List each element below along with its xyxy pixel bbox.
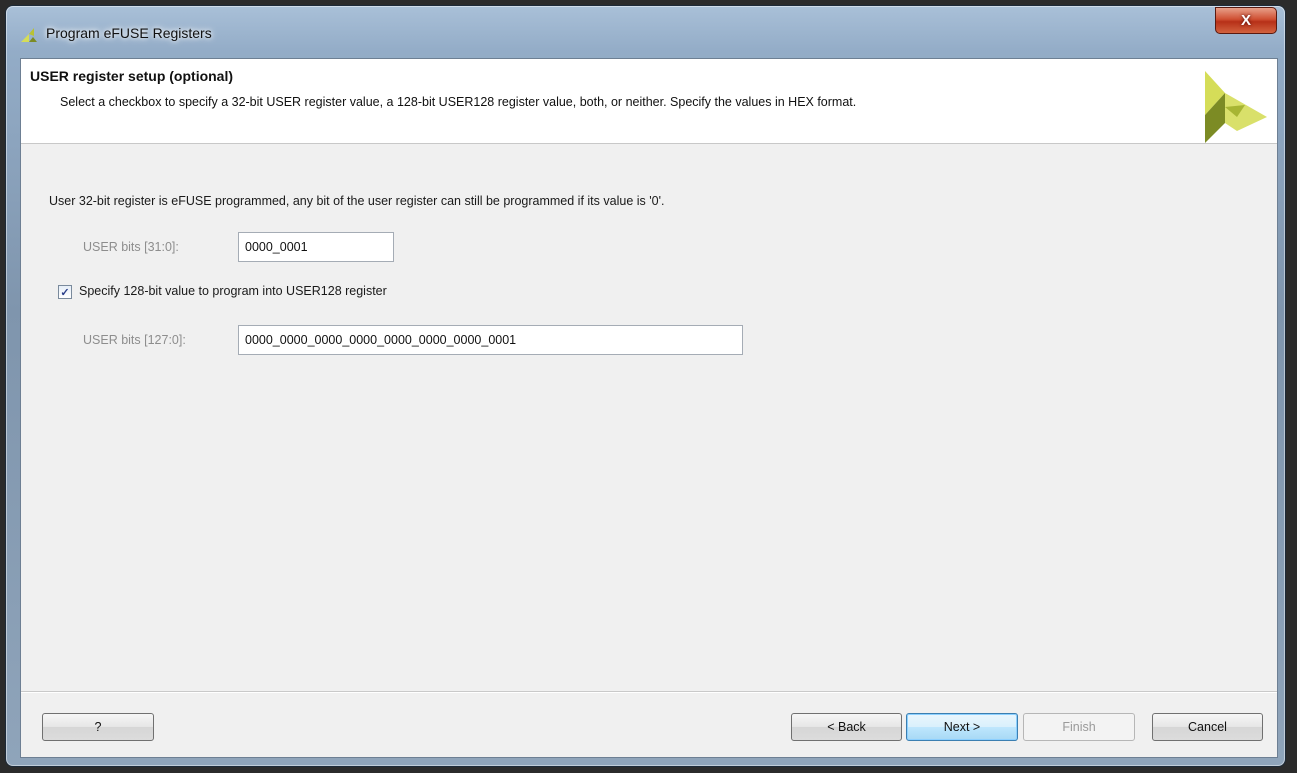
xilinx-logo bbox=[1205, 71, 1267, 143]
page-description: Select a checkbox to specify a 32-bit US… bbox=[60, 95, 857, 109]
page-title: USER register setup (optional) bbox=[30, 68, 234, 84]
close-icon: X bbox=[1240, 12, 1251, 29]
user32-label: USER bits [31:0]: bbox=[83, 240, 179, 254]
footer-divider bbox=[21, 691, 1277, 693]
title-bar[interactable]: Program eFUSE Registers X bbox=[6, 6, 1285, 56]
wizard-header: USER register setup (optional) Select a … bbox=[21, 59, 1277, 144]
info-text: User 32-bit register is eFUSE programmed… bbox=[49, 194, 665, 208]
dialog-window: Program eFUSE Registers X USER register … bbox=[6, 6, 1285, 766]
user128-input[interactable] bbox=[238, 325, 743, 355]
close-button[interactable]: X bbox=[1215, 7, 1277, 34]
user128-checkbox-label[interactable]: Specify 128-bit value to program into US… bbox=[79, 284, 387, 298]
user32-input[interactable] bbox=[238, 232, 394, 262]
window-title: Program eFUSE Registers bbox=[46, 25, 212, 41]
user128-checkbox[interactable]: ✓ bbox=[58, 285, 72, 299]
cancel-button[interactable]: Cancel bbox=[1152, 713, 1263, 741]
wizard-client-area: USER register setup (optional) Select a … bbox=[20, 58, 1278, 758]
finish-button[interactable]: Finish bbox=[1023, 713, 1135, 741]
next-button[interactable]: Next > bbox=[906, 713, 1018, 741]
back-button[interactable]: < Back bbox=[791, 713, 902, 741]
help-button[interactable]: ? bbox=[42, 713, 154, 741]
checkmark-icon: ✓ bbox=[60, 286, 70, 299]
xilinx-logo-icon bbox=[21, 28, 37, 42]
user128-label: USER bits [127:0]: bbox=[83, 333, 186, 347]
